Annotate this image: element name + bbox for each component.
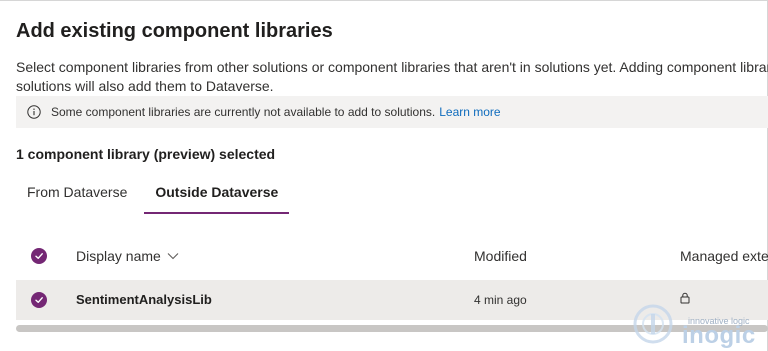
learn-more-link[interactable]: Learn more	[439, 105, 500, 119]
info-icon	[27, 105, 41, 119]
horizontal-scrollbar[interactable]	[16, 325, 768, 332]
chevron-down-icon	[167, 252, 179, 260]
panel-description: Select component libraries from other so…	[16, 59, 768, 94]
tab-from-dataverse[interactable]: From Dataverse	[16, 178, 138, 214]
column-header-managed[interactable]: Managed exte	[680, 248, 768, 264]
column-header-display-name[interactable]: Display name	[76, 248, 179, 264]
top-divider	[0, 0, 768, 1]
lock-icon	[680, 292, 690, 304]
panel-title: Add existing component libraries	[16, 20, 333, 42]
source-tabs: From Dataverse Outside Dataverse	[16, 178, 290, 214]
checkmark-icon	[35, 253, 43, 259]
tab-outside-dataverse[interactable]: Outside Dataverse	[144, 178, 290, 214]
selection-count-heading: 1 component library (preview) selected	[16, 146, 276, 162]
checkmark-icon	[35, 297, 43, 303]
info-message-bar: Some component libraries are currently n…	[16, 96, 768, 128]
grid-header-row: Display name Modified Managed exte	[16, 238, 768, 274]
info-message-text: Some component libraries are currently n…	[51, 105, 436, 119]
row-display-name[interactable]: SentimentAnalysisLib	[76, 292, 212, 307]
table-row[interactable]: SentimentAnalysisLib 4 min ago	[16, 280, 768, 320]
row-checkbox[interactable]	[31, 292, 47, 308]
add-component-libraries-panel: Add existing component libraries Select …	[0, 0, 768, 351]
row-modified: 4 min ago	[474, 293, 527, 307]
column-header-modified[interactable]: Modified	[474, 248, 527, 264]
select-all-checkbox[interactable]	[31, 248, 47, 264]
column-header-display-name-label: Display name	[76, 248, 161, 264]
